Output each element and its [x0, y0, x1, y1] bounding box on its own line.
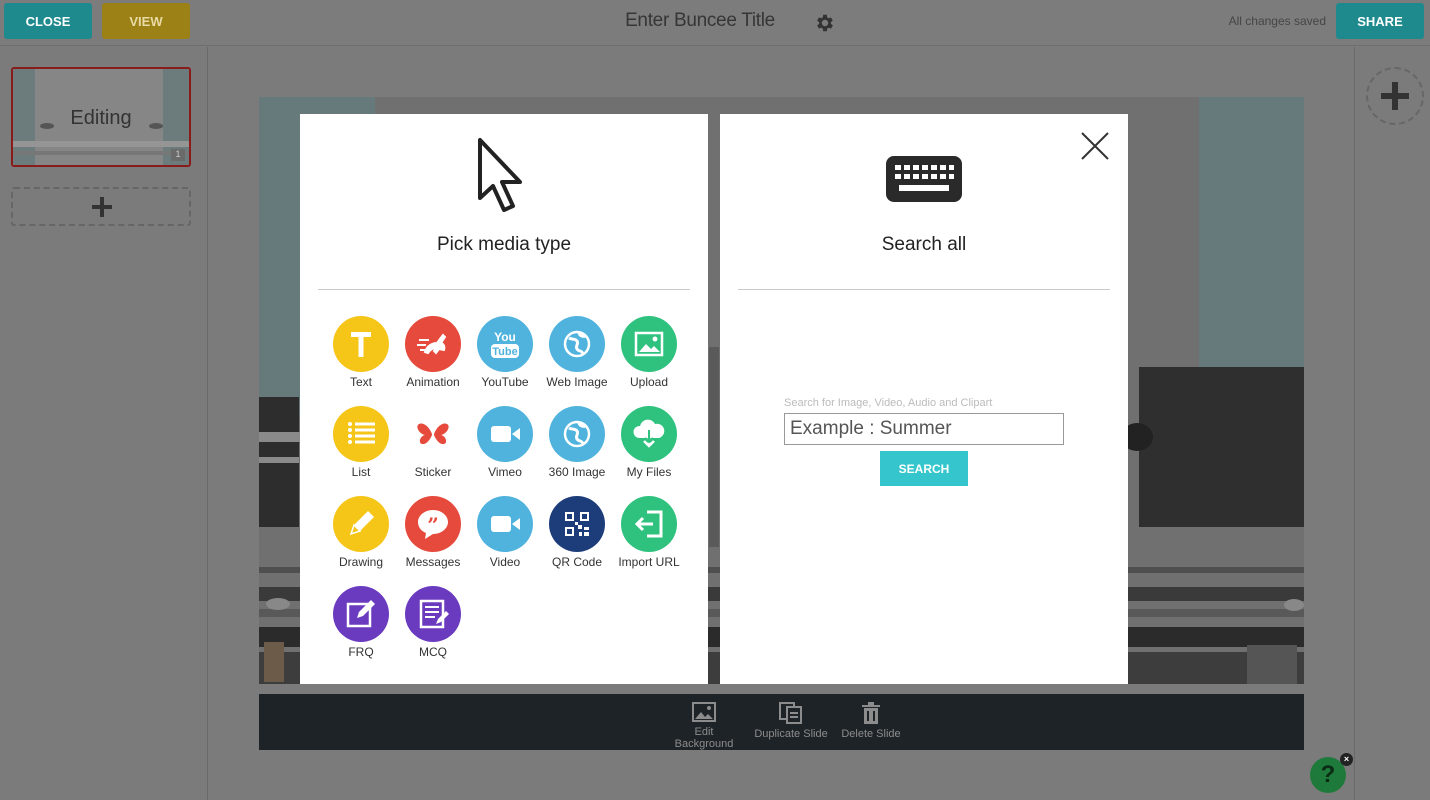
animation-icon — [417, 333, 447, 355]
media-type-panel: Pick media type Text Animation You Tube Y… — [300, 114, 708, 684]
media-item-my-files[interactable]: My Files — [613, 406, 685, 479]
search-panel: Search all Search for Image, Video, Audi… — [720, 114, 1128, 684]
image-icon — [692, 702, 716, 722]
cloud-download-icon — [633, 419, 665, 448]
video-camera-icon — [491, 426, 520, 442]
help-dismiss-button[interactable]: × — [1340, 753, 1353, 766]
video-camera-icon — [491, 516, 520, 532]
slide-thumbnail[interactable]: Editing 1 — [11, 67, 191, 167]
edit-background-button[interactable]: Edit Background — [664, 702, 744, 750]
globe-icon — [563, 420, 591, 448]
save-status: All changes saved — [1228, 14, 1326, 28]
plus-icon — [92, 197, 112, 217]
svg-text:You: You — [494, 330, 516, 344]
globe-icon — [563, 330, 591, 358]
slide-thumbnail-label: Editing — [70, 107, 132, 129]
media-item-youtube[interactable]: You Tube You Tube — [469, 316, 541, 389]
share-button[interactable]: SHARE — [1336, 3, 1424, 39]
qr-code-icon — [565, 512, 589, 536]
media-item-sticker[interactable]: Sticker — [397, 406, 469, 479]
gear-icon[interactable] — [814, 12, 836, 34]
cursor-icon — [478, 138, 522, 212]
svg-text:”: ” — [427, 513, 439, 537]
slide-toolbar: Edit Background Duplicate Slide Delete S… — [259, 694, 1304, 750]
import-icon — [634, 510, 663, 538]
list-icon — [348, 422, 375, 444]
duplicate-slide-label: Duplicate Slide — [754, 728, 828, 740]
pencil-icon — [349, 511, 374, 536]
right-rail — [1354, 47, 1430, 800]
add-slide-button[interactable] — [1366, 67, 1424, 125]
slides-panel: Editing 1 — [0, 47, 208, 800]
youtube-icon: You Tube — [491, 330, 519, 358]
media-item-mcq[interactable]: MCQ — [397, 586, 469, 659]
search-hint: Search for Image, Video, Audio and Clipa… — [784, 397, 993, 409]
media-item-text[interactable]: Text — [325, 316, 397, 389]
media-item-list[interactable]: List — [325, 406, 397, 479]
search-input[interactable] — [784, 413, 1064, 445]
media-item-frq[interactable]: FRQ — [325, 586, 397, 659]
search-button[interactable]: SEARCH — [880, 451, 968, 486]
slide-number: 1 — [171, 149, 185, 161]
text-icon — [351, 332, 371, 357]
media-item-qr-code[interactable]: QR Code — [541, 496, 613, 569]
media-item-drawing[interactable]: Drawing — [325, 496, 397, 569]
search-panel-divider — [738, 289, 1110, 290]
media-panel-heading: Pick media type — [436, 234, 572, 255]
plus-icon — [1381, 82, 1409, 110]
media-panel-divider — [318, 289, 690, 290]
buncee-title[interactable]: Enter Buncee Title — [0, 10, 1400, 32]
media-item-vimeo[interactable]: Vimeo — [469, 406, 541, 479]
close-icon[interactable] — [1080, 131, 1110, 161]
delete-slide-button[interactable]: Delete Slide — [839, 702, 903, 740]
edit-background-label: Edit Background — [674, 726, 734, 750]
keyboard-icon — [886, 156, 962, 202]
media-item-messages[interactable]: ” Messages — [397, 496, 469, 569]
quote-bubble-icon: ” — [418, 510, 448, 539]
media-item-animation[interactable]: Animation — [397, 316, 469, 389]
svg-text:Tube: Tube — [492, 346, 517, 358]
checklist-icon — [419, 599, 449, 629]
media-item-web-image[interactable]: Web Image — [541, 316, 613, 389]
add-slide-thumb-button[interactable] — [11, 187, 191, 226]
media-item-upload[interactable]: Upload — [613, 316, 685, 389]
media-item-import-url[interactable]: Import URL — [613, 496, 685, 569]
edit-icon — [346, 600, 375, 628]
media-item-360-image[interactable]: 360 Image — [541, 406, 613, 479]
trash-icon — [862, 702, 880, 724]
image-icon — [634, 331, 664, 357]
delete-slide-label: Delete Slide — [841, 728, 901, 740]
butterfly-icon — [417, 423, 449, 445]
duplicate-slide-button[interactable]: Duplicate Slide — [754, 702, 828, 740]
media-item-video[interactable]: Video — [469, 496, 541, 569]
duplicate-icon — [779, 702, 802, 724]
top-bar: CLOSE VIEW Enter Buncee Title All change… — [0, 0, 1430, 46]
search-panel-heading: Search all — [881, 234, 967, 255]
